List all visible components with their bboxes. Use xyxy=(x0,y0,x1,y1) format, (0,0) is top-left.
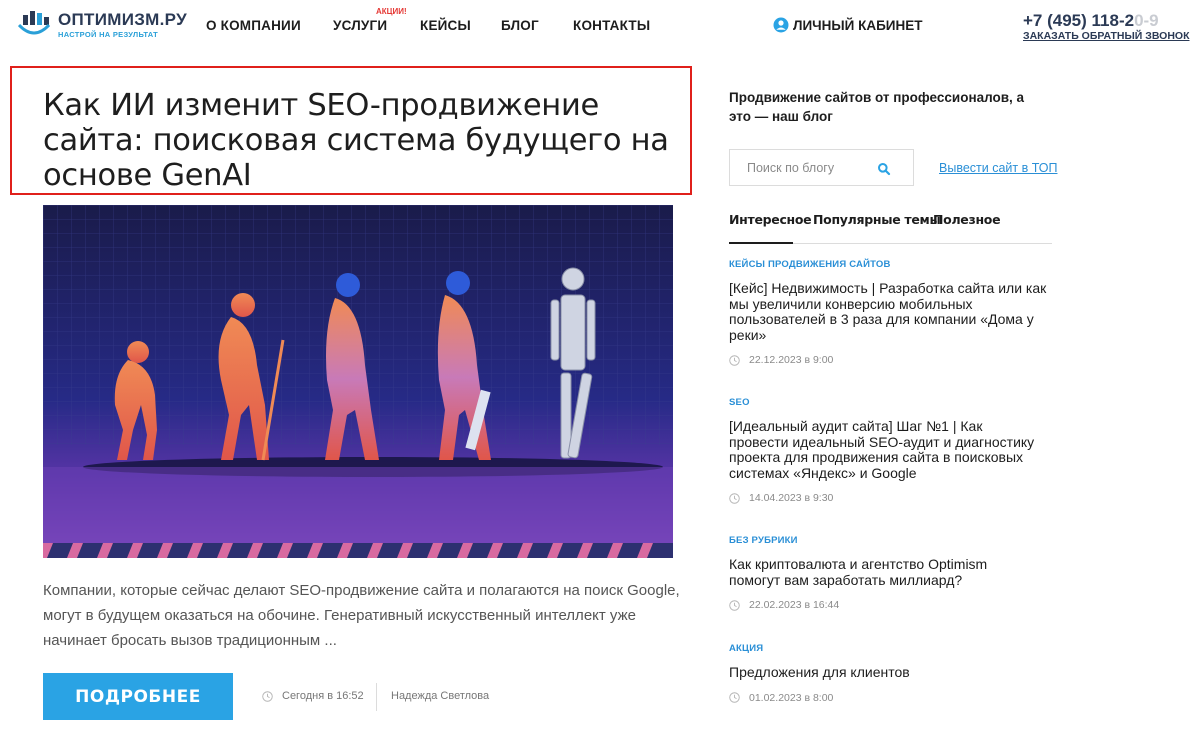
logo[interactable]: ОПТИМИЗМ.РУ НАСТРОЙ НА РЕЗУЛЬТАТ xyxy=(18,11,187,39)
tab-popular-topics[interactable]: Популярные темы xyxy=(813,212,941,227)
post-date-text: 22.02.2023 в 16:44 xyxy=(749,599,840,611)
article-date-text: Сегодня в 16:52 xyxy=(282,690,364,702)
sidebar-post: БЕЗ РУБРИКИ Как криптовалюта и агентство… xyxy=(729,535,1059,611)
top-promotion-link[interactable]: Вывести сайт в ТОП xyxy=(939,161,1057,175)
read-more-button[interactable]: ПОДРОБНЕЕ xyxy=(43,673,233,720)
sidebar-post: АКЦИЯ Предложения для клиентов 01.02.202… xyxy=(729,643,1059,704)
nav-blog[interactable]: БЛОГ xyxy=(501,18,539,33)
sidebar-tabs: Интересное Популярные темы Полезное xyxy=(729,208,1052,244)
clock-icon xyxy=(729,692,740,703)
search-icon[interactable] xyxy=(877,162,891,176)
article-title[interactable]: Как ИИ изменит SEO-продвижение сайта: по… xyxy=(43,88,683,193)
blog-search xyxy=(729,149,914,186)
phone-faded: 0-9 xyxy=(1134,11,1159,30)
post-title[interactable]: Предложения для клиентов xyxy=(729,664,1059,681)
tab-interesting[interactable]: Интересное xyxy=(729,212,812,227)
post-date-text: 01.02.2023 в 8:00 xyxy=(749,691,834,704)
clock-icon xyxy=(729,354,740,366)
clock-icon xyxy=(262,690,273,702)
nav-services[interactable]: УСЛУГИ xyxy=(333,18,387,33)
logo-tagline: НАСТРОЙ НА РЕЗУЛЬТАТ xyxy=(58,30,159,39)
article-excerpt: Компании, которые сейчас делают SEO-прод… xyxy=(43,582,680,649)
post-date-text: 22.12.2023 в 9:00 xyxy=(749,354,834,366)
active-tab-indicator xyxy=(729,242,793,244)
evolution-illustration xyxy=(43,205,673,558)
post-category[interactable]: БЕЗ РУБРИКИ xyxy=(729,535,1059,546)
search-input[interactable] xyxy=(747,160,887,175)
sidebar-post: КЕЙСЫ ПРОДВИЖЕНИЯ САЙТОВ [Кейс] Недвижим… xyxy=(729,259,1059,366)
meta-divider xyxy=(376,683,377,711)
site-header: ОПТИМИЗМ.РУ НАСТРОЙ НА РЕЗУЛЬТАТ О КОМПА… xyxy=(0,0,1200,56)
post-date: 01.02.2023 в 8:00 xyxy=(729,692,1059,704)
post-title[interactable]: [Кейс] Недвижимость | Разработка сайта и… xyxy=(729,280,1051,343)
article-author[interactable]: Надежда Светлова xyxy=(391,690,489,702)
post-title[interactable]: Как криптовалюта и агентство Optimism по… xyxy=(729,556,1019,588)
logo-name: ОПТИМИЗМ.РУ xyxy=(58,10,187,29)
promo-badge: АКЦИИ! xyxy=(376,7,407,16)
cabinet-label: ЛИЧНЫЙ КАБИНЕТ xyxy=(793,17,923,33)
sidebar-intro: Продвижение сайтов от профессионалов, а … xyxy=(729,90,1025,124)
nav-cases[interactable]: КЕЙСЫ xyxy=(420,18,471,33)
post-date: 14.04.2023 в 9:30 xyxy=(729,492,1059,504)
clock-icon xyxy=(729,599,740,611)
personal-cabinet-link[interactable]: ЛИЧНЫЙ КАБИНЕТ xyxy=(773,17,922,33)
nav-about[interactable]: О КОМПАНИИ xyxy=(206,18,301,33)
article-hero-image[interactable] xyxy=(43,205,673,558)
post-category[interactable]: КЕЙСЫ ПРОДВИЖЕНИЯ САЙТОВ xyxy=(729,259,1059,270)
clock-icon xyxy=(729,492,740,504)
post-category[interactable]: АКЦИЯ xyxy=(729,643,1059,654)
phone-number[interactable]: +7 (495) 118-20-9 xyxy=(1023,11,1159,31)
post-title[interactable]: [Идеальный аудит сайта] Шаг №1 | Как про… xyxy=(729,418,1043,481)
post-date: 22.12.2023 в 9:00 xyxy=(729,354,1059,366)
post-date-text: 14.04.2023 в 9:30 xyxy=(749,492,834,504)
phone-main: +7 (495) 118-2 xyxy=(1023,11,1135,30)
tab-useful[interactable]: Полезное xyxy=(933,212,1001,227)
post-date: 22.02.2023 в 16:44 xyxy=(729,599,1059,611)
post-category[interactable]: SEO xyxy=(729,397,1059,408)
callback-link[interactable]: ЗАКАЗАТЬ ОБРАТНЫЙ ЗВОНОК xyxy=(1023,30,1190,42)
nav-contacts[interactable]: КОНТАКТЫ xyxy=(573,18,650,33)
sidebar-post: SEO [Идеальный аудит сайта] Шаг №1 | Как… xyxy=(729,397,1059,504)
user-circle-icon xyxy=(773,17,789,33)
article-date: Сегодня в 16:52 xyxy=(262,690,364,702)
logo-mark-icon xyxy=(18,11,50,35)
